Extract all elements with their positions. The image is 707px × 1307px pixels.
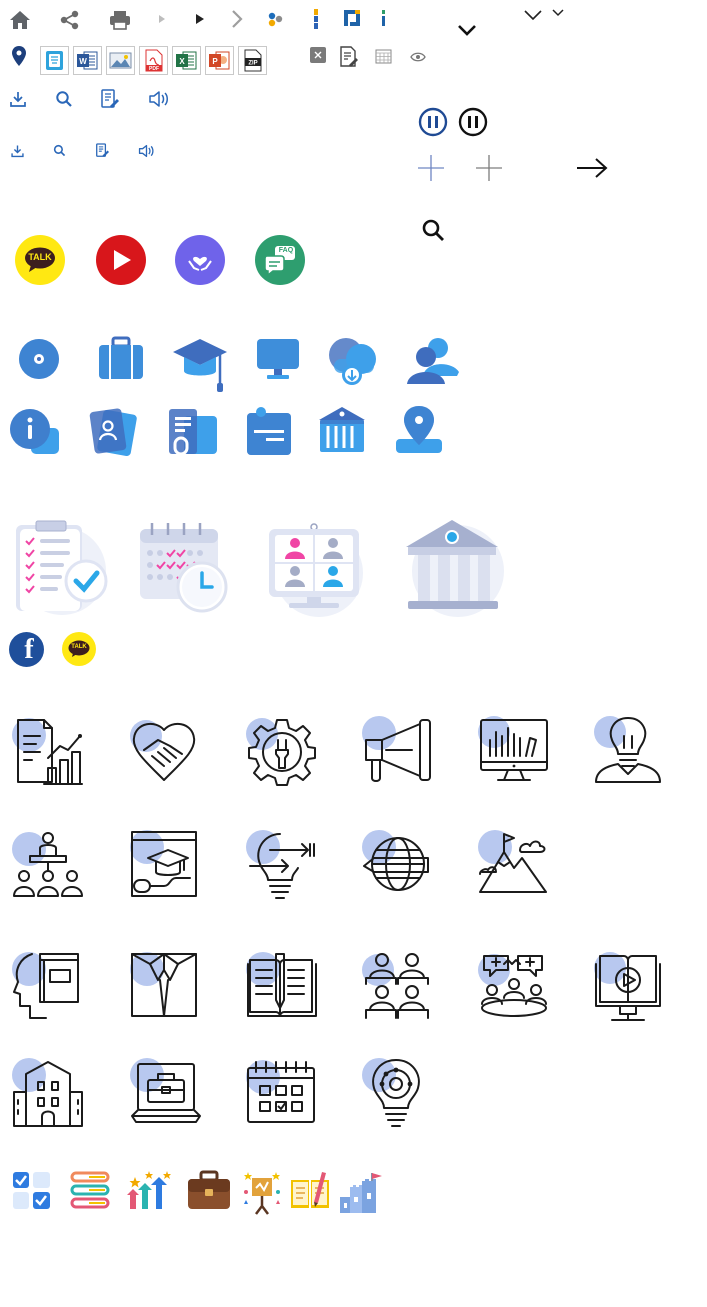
student-book-icon xyxy=(12,950,84,1022)
svg-text:PDF: PDF xyxy=(149,66,159,72)
online-course-icon xyxy=(130,830,202,902)
chevron-down-icon[interactable] xyxy=(524,10,542,21)
svg-text:X: X xyxy=(179,57,185,66)
powerpoint-file-icon[interactable]: P xyxy=(205,46,234,75)
corner-logo-icon xyxy=(343,9,361,27)
close-box-icon[interactable] xyxy=(310,47,326,63)
handshake-icon xyxy=(130,716,202,788)
talk-small-label: TALK xyxy=(71,644,87,650)
image-file-icon[interactable] xyxy=(106,46,135,75)
youtube-icon[interactable] xyxy=(96,235,146,285)
svg-text:ZIP: ZIP xyxy=(248,61,257,67)
talk-label: TALK xyxy=(28,252,52,262)
memo-edit-icon[interactable] xyxy=(96,143,109,158)
home-icon[interactable] xyxy=(9,9,31,31)
search-icon[interactable] xyxy=(53,144,66,157)
chevron-down-bold-icon[interactable] xyxy=(457,24,477,36)
pause-black-icon[interactable] xyxy=(458,107,488,137)
facebook-icon[interactable]: f xyxy=(9,632,44,667)
zip-file-icon[interactable]: ZIP xyxy=(238,46,267,75)
faq-chat-icon[interactable]: FAQ xyxy=(255,235,305,285)
goal-castle-icon xyxy=(338,1171,384,1215)
search-icon[interactable] xyxy=(55,90,73,108)
idea-bulb-icon xyxy=(246,830,318,902)
board-icon[interactable] xyxy=(246,406,292,456)
search-large-icon[interactable] xyxy=(421,218,445,242)
share-icon[interactable] xyxy=(60,10,80,30)
creative-bulb-icon xyxy=(362,1058,434,1130)
plus-blue-icon[interactable] xyxy=(417,154,445,182)
download-icon[interactable] xyxy=(10,144,25,158)
info-card-icon[interactable] xyxy=(9,408,61,456)
info-bar-icon xyxy=(313,9,319,29)
map-pin-icon[interactable] xyxy=(394,405,444,455)
gear-wrench-icon xyxy=(246,716,318,788)
checkbox-list-icon xyxy=(12,1171,52,1211)
institution-icon[interactable] xyxy=(318,406,366,454)
cloud-download-icon[interactable] xyxy=(328,337,378,387)
video-meeting-illustration xyxy=(267,521,367,619)
donation-heart-icon[interactable] xyxy=(175,235,225,285)
laptop-briefcase-icon xyxy=(130,1058,202,1130)
arrow-right-icon[interactable] xyxy=(576,157,608,179)
reading-book-icon xyxy=(289,1170,331,1210)
chevron-right-icon[interactable] xyxy=(231,10,243,28)
classroom-icon xyxy=(362,950,434,1022)
dots-logo-icon xyxy=(267,11,285,27)
briefcase-icon[interactable] xyxy=(98,336,144,380)
caret-right-small-icon[interactable] xyxy=(159,15,165,23)
download-icon[interactable] xyxy=(9,90,27,108)
document-folder-icon[interactable] xyxy=(168,408,218,456)
team-presentation-icon xyxy=(12,830,84,902)
goal-mountain-icon xyxy=(478,830,550,902)
books-stack-icon xyxy=(69,1171,111,1211)
speaker-icon[interactable] xyxy=(138,144,155,158)
svg-text:P: P xyxy=(212,57,218,66)
uniform-shirt-icon xyxy=(130,950,202,1022)
memo-edit-icon[interactable] xyxy=(101,89,119,109)
caret-right-icon[interactable] xyxy=(196,14,204,24)
word-file-icon[interactable]: W xyxy=(73,46,102,75)
calendar-schedule-icon xyxy=(246,1058,318,1130)
id-card-icon[interactable] xyxy=(89,408,138,456)
brown-briefcase-icon xyxy=(187,1170,231,1210)
graduation-cap-icon[interactable] xyxy=(172,337,228,393)
open-book-icon xyxy=(246,950,318,1022)
disc-icon[interactable] xyxy=(18,338,62,380)
svg-text:W: W xyxy=(79,57,87,66)
info-small-icon xyxy=(381,10,386,26)
faq-label: FAQ xyxy=(278,247,294,254)
achievement-stars-icon xyxy=(242,1170,282,1216)
chevron-down-small-icon[interactable] xyxy=(552,9,564,17)
excel-file-icon[interactable]: X xyxy=(172,46,201,75)
pause-blue-icon[interactable] xyxy=(418,107,448,137)
calendar-clock-illustration xyxy=(138,521,232,613)
monitor-icon[interactable] xyxy=(256,338,300,380)
calendar-grid-icon[interactable] xyxy=(375,48,392,64)
pdf-file-icon[interactable]: PDF xyxy=(139,46,168,75)
checklist-illustration xyxy=(14,519,108,617)
lightbulb-mentor-icon xyxy=(594,716,666,788)
plus-gray-icon[interactable] xyxy=(475,154,503,182)
speaker-icon[interactable] xyxy=(148,90,170,108)
eye-icon[interactable] xyxy=(410,52,426,62)
museum-illustration xyxy=(404,519,508,617)
global-education-icon xyxy=(362,830,434,902)
dashboard-monitor-icon xyxy=(478,716,550,788)
users-icon[interactable] xyxy=(405,336,461,386)
megaphone-icon xyxy=(362,716,434,788)
video-lecture-icon xyxy=(594,950,666,1022)
location-pin-icon[interactable] xyxy=(12,46,26,66)
edit-document-icon[interactable] xyxy=(339,46,359,68)
hwp-file-icon[interactable] xyxy=(40,46,69,75)
group-discussion-icon xyxy=(478,950,550,1022)
kakaotalk-small-icon[interactable]: TALK xyxy=(62,632,96,666)
school-building-icon xyxy=(12,1058,84,1130)
kakaotalk-icon[interactable]: TALK xyxy=(15,235,65,285)
growth-arrows-icon xyxy=(127,1171,173,1211)
print-icon[interactable] xyxy=(109,10,131,30)
analytics-report-icon xyxy=(12,716,84,788)
